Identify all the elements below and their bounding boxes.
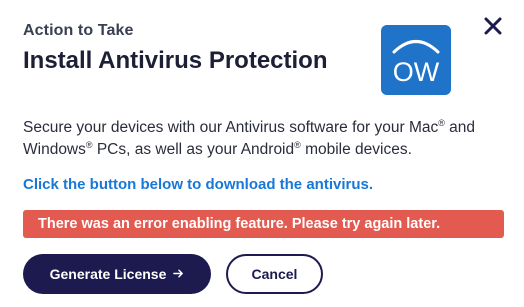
dialog-kicker: Action to Take xyxy=(23,22,134,39)
error-banner: There was an error enabling feature. Ple… xyxy=(23,210,504,238)
dialog-title: Install Antivirus Protection xyxy=(23,47,328,74)
dialog-description: Secure your devices with our Antivirus s… xyxy=(23,117,476,158)
arrow-right-icon xyxy=(173,267,184,281)
close-icon[interactable] xyxy=(481,14,505,38)
download-instruction: Click the button below to download the a… xyxy=(23,176,374,193)
generate-license-button[interactable]: Generate License xyxy=(23,254,211,294)
cancel-label: Cancel xyxy=(251,266,298,282)
install-antivirus-dialog: Action to Take Install Antivirus Protect… xyxy=(0,0,524,307)
svg-text:OW: OW xyxy=(393,57,440,87)
ow-logo: OW xyxy=(381,25,451,95)
generate-license-label: Generate License xyxy=(49,266,167,282)
cancel-button[interactable]: Cancel xyxy=(226,254,323,294)
